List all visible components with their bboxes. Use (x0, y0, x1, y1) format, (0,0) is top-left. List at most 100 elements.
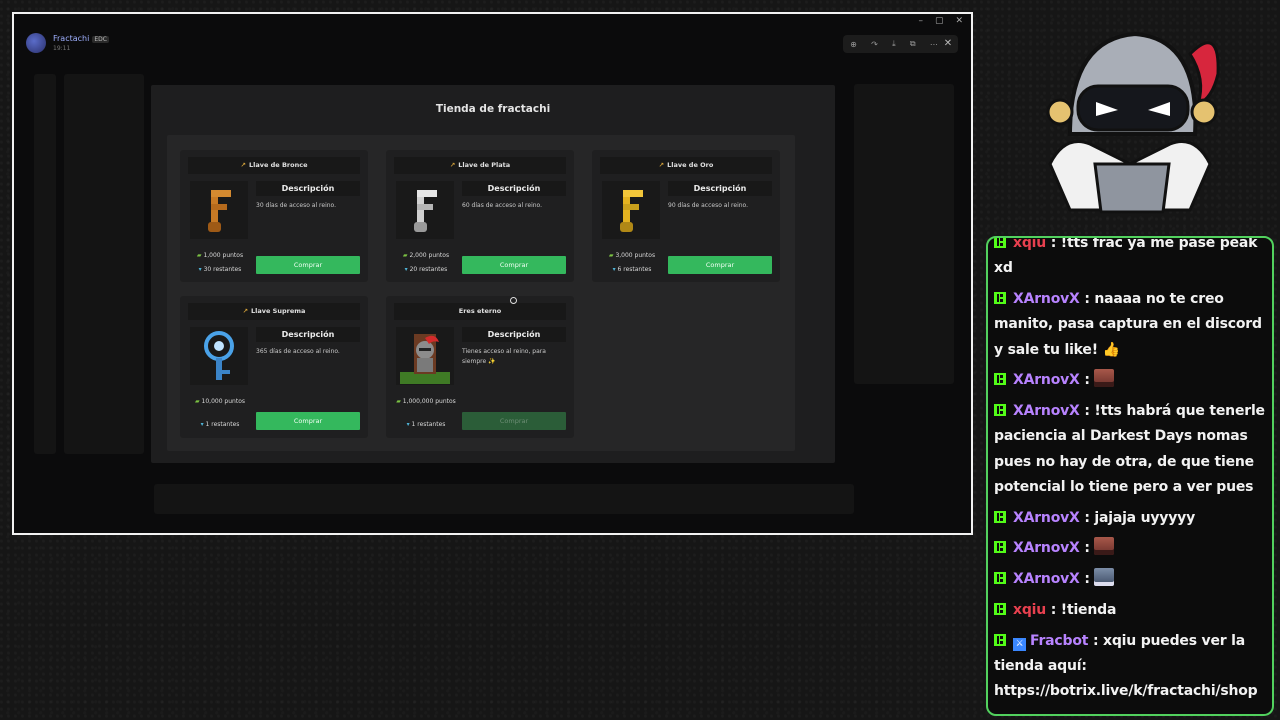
silver-key-image (396, 181, 454, 239)
coins-icon: ▰ (402, 252, 408, 259)
chat-text: jajaja uyyyyy (1094, 509, 1195, 526)
item-price: 10,000 puntos (201, 398, 245, 405)
item-name: Eres eterno (458, 307, 502, 315)
download-icon[interactable]: ⤓ (892, 39, 896, 49)
coins-icon: ▰ (196, 252, 202, 259)
item-stock: 6 restantes (617, 266, 652, 273)
face-emote (1094, 537, 1115, 556)
buy-button-disabled[interactable]: Comprar (462, 412, 566, 430)
minimize-icon[interactable]: – (918, 16, 923, 26)
item-price: 1,000 puntos (203, 252, 244, 259)
shop-item-card: ↗ Llave de Plata Descripción 60 días de a… (386, 150, 574, 282)
item-name: Llave de Bronce (248, 161, 308, 169)
buy-button[interactable]: Comprar (256, 256, 360, 274)
item-description: 90 días de acceso al reino. (668, 202, 749, 209)
buy-button[interactable]: Comprar (462, 256, 566, 274)
item-price: 2,000 puntos (409, 252, 450, 259)
shop-item-card: Eres eterno Descripción Tienes acceso al… (386, 296, 574, 438)
post-time: 19:11 (53, 45, 71, 52)
image-author-header: Fractachi EDC 19:11 (26, 33, 109, 53)
buy-button[interactable]: Comprar (256, 412, 360, 430)
kick-icon (994, 404, 1006, 417)
chat-panel: xqiu : !tts frac ya me pase peak xd XArn… (986, 236, 1274, 716)
item-stock: 30 restantes (203, 266, 242, 273)
bronze-key-image (190, 181, 248, 239)
open-external-icon[interactable]: ⧉ (910, 39, 916, 49)
kick-icon (994, 373, 1006, 386)
item-description: 365 días de acceso al reino. (256, 348, 340, 355)
chat-username: XArnovX (1013, 372, 1080, 389)
kick-icon (994, 633, 1006, 646)
chat-message: xqiu : !tts frac ya me pase peak xd (994, 236, 1258, 277)
kick-icon (994, 292, 1006, 305)
cart-icon: ▾ (612, 266, 616, 273)
buy-button[interactable]: Comprar (668, 256, 772, 274)
cart-icon: ▾ (404, 266, 408, 273)
item-description: 30 días de acceso al reino. (256, 202, 337, 209)
face-emote (1094, 369, 1115, 388)
chat-message: XArnovX : (994, 567, 1268, 592)
chat-text: !tienda (1060, 602, 1117, 618)
author-badge: EDC (92, 36, 109, 43)
shop-grid: ↗ Llave de Bronce Descripción 30 días de … (167, 135, 795, 451)
chat-message: XArnovX : naaaa no te creo manito, pasa … (994, 291, 1262, 358)
more-icon[interactable]: ⋯ (930, 40, 938, 49)
chat-username: XArnovX (1013, 571, 1080, 588)
shop-title: Tienda de fractachi (435, 103, 551, 115)
chat-username: XArnovX (1013, 403, 1080, 420)
kick-icon (994, 603, 1006, 615)
description-heading: Descripción (462, 181, 566, 196)
bot-icon: ⚔ (1013, 637, 1026, 651)
chat-message: XArnovX : jajaja uyyyyy (994, 506, 1268, 531)
coins-icon: ▰ (608, 252, 614, 259)
key-icon: ↗ (240, 161, 246, 169)
description-heading: Descripción (668, 181, 772, 196)
chat-username: XArnovX (1013, 540, 1080, 557)
item-price: 1,000,000 puntos (402, 398, 456, 405)
close-window-icon[interactable]: ✕ (955, 16, 963, 26)
description-heading: Descripción (462, 327, 566, 342)
chat-message: XArnovX : (994, 536, 1268, 561)
chat-message: xqiu : !tienda (994, 598, 1268, 623)
window-controls: – ▢ ✕ (918, 16, 963, 26)
description-heading: Descripción (256, 327, 360, 342)
image-viewer-toolbar: ⊕ ↷ ⤓ ⧉ ⋯ (843, 35, 945, 53)
kick-icon (994, 572, 1006, 585)
gold-key-image (602, 181, 660, 239)
chat-username: XArnovX (1013, 291, 1080, 308)
kick-icon (994, 541, 1006, 554)
close-icon[interactable]: ✕ (938, 35, 958, 53)
shop-item-card: ↗ Llave de Oro Descripción 90 días de acc… (592, 150, 780, 282)
item-name: Llave de Plata (458, 161, 511, 169)
maximize-icon[interactable]: ▢ (935, 16, 944, 26)
shop-item-card: ↗ Llave de Bronce Descripción 30 días de … (180, 150, 368, 282)
item-name: Llave Suprema (251, 307, 306, 315)
item-price: 3,000 puntos (615, 252, 656, 259)
item-stock: 20 restantes (409, 266, 448, 273)
coins-icon: ▰ (194, 398, 200, 405)
zoom-icon[interactable]: ⊕ (850, 40, 857, 49)
avatar (26, 33, 46, 53)
chat-username: xqiu (1013, 236, 1047, 252)
item-name: Llave de Oro (667, 161, 714, 169)
author-name: Fractachi (53, 34, 90, 43)
key-icon: ↗ (658, 161, 665, 169)
shark-emote (1094, 568, 1115, 587)
chat-messages: xqiu : !tts frac ya me pase peak xd XArn… (994, 236, 1268, 710)
cart-icon: ▾ (198, 266, 202, 273)
share-icon[interactable]: ↷ (871, 40, 878, 49)
chat-message: XArnovX : (994, 368, 1268, 393)
coins-icon: ▰ (396, 398, 401, 405)
supreme-key-image (190, 327, 248, 385)
chat-username: xqiu (1013, 602, 1047, 618)
kick-icon (994, 510, 1006, 523)
cart-icon: ▾ (200, 421, 204, 428)
key-icon: ↗ (242, 307, 249, 315)
item-stock: 1 restantes (205, 421, 240, 428)
chat-username: XArnovX (1013, 509, 1080, 526)
shop-item-card: ↗ Llave Suprema Descripción 365 días de a… (180, 296, 368, 438)
kick-icon (994, 238, 1006, 249)
chat-message: ⚔ Fracbot : xqiu puedes ver la tienda aqu… (994, 632, 1258, 700)
chat-username: Fracbot (1030, 632, 1089, 649)
item-description: 60 días de acceso al reino. (462, 202, 543, 209)
